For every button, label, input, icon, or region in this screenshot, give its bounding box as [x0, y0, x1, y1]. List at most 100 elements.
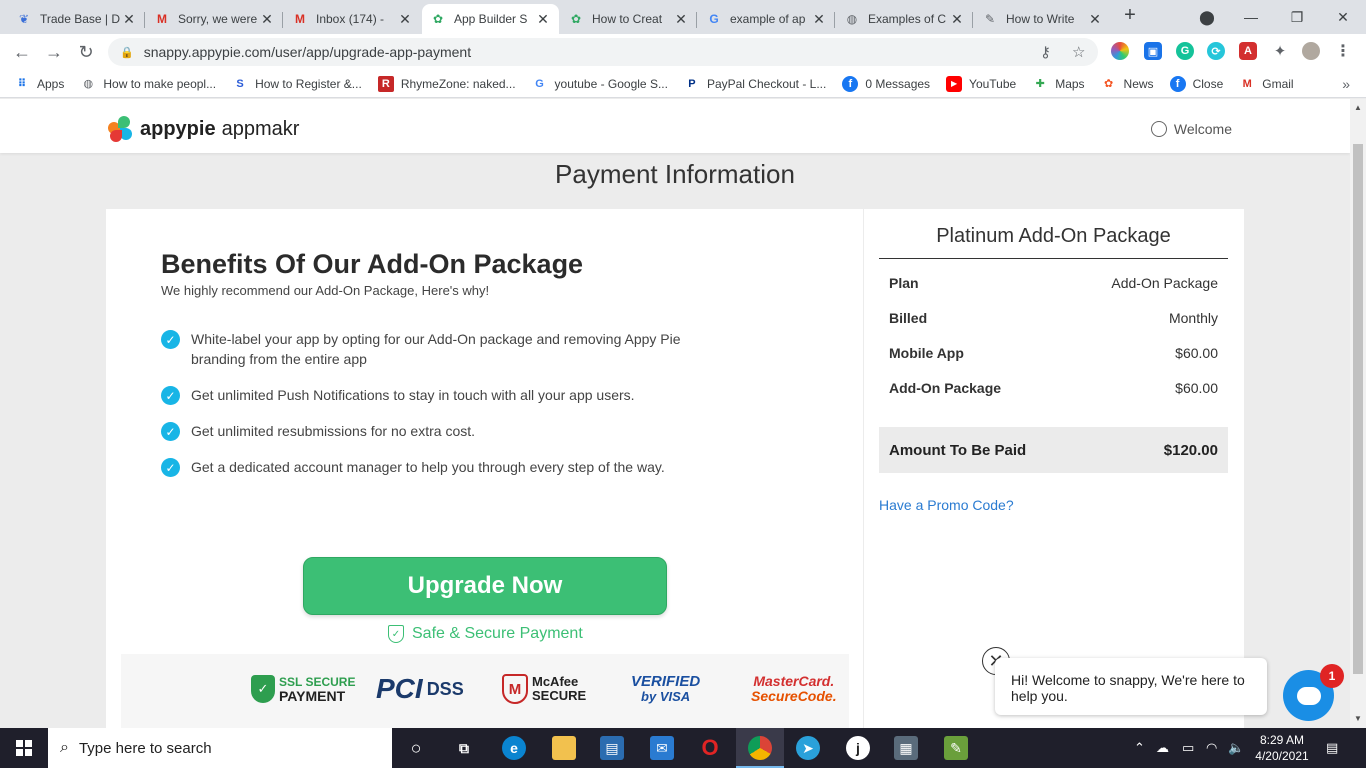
news-icon: ✿: [1103, 78, 1114, 90]
promo-code-link[interactable]: Have a Promo Code?: [879, 497, 1014, 513]
security-badges: ✓ SSL SECURE PAYMENT PCI DSS M McAfee SE…: [121, 654, 849, 728]
taskbar-clock[interactable]: 8:29 AM 4/20/2021: [1252, 732, 1312, 764]
bookmark-item[interactable]: ▶ YouTube: [946, 75, 1016, 92]
bookmarks-overflow-icon[interactable]: »: [1342, 76, 1350, 92]
page-scrollbar[interactable]: ▲ ▼: [1350, 99, 1366, 728]
wifi-icon[interactable]: ◠: [1206, 740, 1217, 756]
start-button[interactable]: [0, 728, 48, 768]
bookmark-item[interactable]: f0 Messages: [842, 75, 930, 92]
tab-gmail-sorry[interactable]: M Sorry, we were ✕: [146, 4, 283, 34]
tray-chevron-icon[interactable]: ⌃: [1134, 740, 1145, 756]
new-tab-button[interactable]: +: [1118, 4, 1142, 30]
checkmark-icon: ✓: [161, 386, 180, 405]
ssl-secure-badge: ✓ SSL SECURE PAYMENT: [251, 669, 355, 709]
menu-icon[interactable]: ⋮: [1334, 42, 1352, 60]
tab-google-search[interactable]: G example of ap ✕: [698, 4, 835, 34]
tab-gmail-inbox[interactable]: M Inbox (174) - ✕: [284, 4, 421, 34]
file-explorer-icon[interactable]: [552, 736, 576, 760]
tab-how-to-create[interactable]: ✿ How to Creat ✕: [560, 4, 697, 34]
close-icon[interactable]: ✕: [397, 11, 413, 28]
notepad-icon[interactable]: ✎: [944, 736, 968, 760]
summary-row-billed: Billed Monthly: [889, 310, 1218, 326]
list-item: ✓ Get unlimited Push Notifications to sta…: [161, 385, 761, 405]
summary-row-addon: Add-On Package $60.00: [889, 380, 1218, 396]
bookmark-item[interactable]: ✿ News: [1101, 76, 1154, 92]
opera-icon[interactable]: O: [698, 735, 722, 760]
shield-check-icon: ✓: [388, 625, 404, 643]
secure-payment-note: ✓ Safe & Secure Payment: [388, 625, 583, 643]
welcome-menu[interactable]: Welcome: [1150, 121, 1232, 137]
mcafee-secure-badge: M McAfee SECURE: [502, 669, 586, 709]
task-view-icon[interactable]: ⧉: [452, 736, 476, 760]
reload-icon[interactable]: ↻: [72, 38, 100, 66]
color-extension-icon[interactable]: [1111, 42, 1129, 60]
minimize-icon[interactable]: —: [1228, 0, 1274, 34]
tab-trade-base[interactable]: ❦ Trade Base | D ✕: [8, 4, 145, 34]
taskbar-search-input[interactable]: ⌕ Type here to search: [48, 728, 392, 768]
store-icon[interactable]: ▤: [600, 736, 624, 760]
verified-by-visa-badge: VERIFIED by VISA: [631, 673, 701, 704]
close-icon[interactable]: ✕: [535, 11, 551, 28]
bookmark-item[interactable]: f Close: [1169, 75, 1223, 92]
list-item: ✓ Get a dedicated account manager to help…: [161, 457, 761, 477]
tab-search-icon[interactable]: ⬤: [1184, 0, 1230, 34]
profile-avatar[interactable]: [1302, 42, 1320, 60]
app-j-icon[interactable]: j: [846, 736, 870, 760]
extensions-icon[interactable]: ✦: [1271, 42, 1289, 60]
chat-greeting[interactable]: Hi! Welcome to snappy, We're here to hel…: [995, 658, 1267, 715]
tab-app-builder[interactable]: ✿ App Builder S ✕: [422, 4, 559, 34]
restore-icon[interactable]: ❐: [1274, 0, 1320, 34]
appypie-logo[interactable]: appypie appmakr: [108, 116, 299, 142]
onedrive-icon[interactable]: ☁: [1156, 740, 1169, 756]
mail-icon[interactable]: ✉: [650, 736, 674, 760]
forward-icon[interactable]: →: [40, 38, 68, 66]
url-text: snappy.appypie.com/user/app/upgrade-app-…: [143, 44, 472, 60]
bookmark-item[interactable]: M Gmail: [1239, 76, 1294, 92]
close-icon[interactable]: ✕: [121, 11, 137, 28]
notifications-icon[interactable]: ▤: [1326, 740, 1338, 756]
lock-icon: 🔒: [120, 46, 134, 59]
sync-extension-icon[interactable]: ⟳: [1207, 42, 1225, 60]
bookmark-item[interactable]: R RhymeZone: naked...: [377, 75, 516, 92]
edge-icon[interactable]: e: [502, 736, 526, 760]
list-item: ✓ White-label your app by opting for our …: [161, 329, 721, 369]
close-icon[interactable]: ✕: [949, 11, 965, 28]
globe-icon: ◍: [846, 12, 858, 26]
close-icon[interactable]: ✕: [811, 11, 827, 28]
bookmark-item[interactable]: ◍ How to make peopl...: [80, 76, 217, 92]
tab-how-to-write[interactable]: ✎ How to Write ✕: [974, 4, 1111, 34]
benefits-title: Benefits Of Our Add-On Package: [161, 249, 584, 279]
browser-tab-strip: ❦ Trade Base | D ✕ M Sorry, we were ✕ M …: [0, 0, 1366, 34]
scrollbar-thumb[interactable]: [1353, 144, 1363, 674]
close-window-icon[interactable]: ✕: [1320, 0, 1366, 34]
cortana-icon[interactable]: ○: [404, 736, 428, 760]
telegram-icon[interactable]: ➤: [796, 736, 820, 760]
close-icon[interactable]: ✕: [673, 11, 689, 28]
close-icon[interactable]: ✕: [259, 11, 275, 28]
bookmark-item[interactable]: ✚ Maps: [1032, 76, 1085, 92]
chrome-icon[interactable]: [748, 736, 772, 760]
tab-title: Sorry, we were: [178, 12, 258, 26]
back-icon[interactable]: ←: [8, 38, 36, 66]
upgrade-now-button[interactable]: Upgrade Now: [303, 557, 667, 615]
close-icon[interactable]: ✕: [1087, 11, 1103, 28]
key-icon[interactable]: ⚷: [1040, 43, 1051, 61]
bookmarks-bar: ⠿ Apps ◍ How to make peopl... S How to Regi…: [0, 70, 1366, 98]
screen-extension-icon[interactable]: ▣: [1144, 42, 1162, 60]
total-amount-row: Amount To Be Paid $120.00: [879, 427, 1228, 473]
grammarly-icon[interactable]: G: [1176, 42, 1194, 60]
bookmark-item[interactable]: Gyoutube - Google S...: [532, 76, 668, 92]
facebook-icon: f: [842, 75, 859, 92]
bookmark-apps[interactable]: ⠿ Apps: [14, 76, 65, 92]
address-bar[interactable]: 🔒 snappy.appypie.com/user/app/upgrade-ap…: [108, 38, 1098, 66]
bookmark-item[interactable]: P PayPal Checkout - L...: [684, 76, 826, 92]
calculator-icon[interactable]: ▦: [894, 736, 918, 760]
volume-icon[interactable]: 🔈: [1228, 740, 1244, 756]
battery-icon[interactable]: ▭: [1182, 740, 1194, 756]
bookmark-star-icon[interactable]: ☆: [1072, 43, 1085, 61]
scroll-down-icon[interactable]: ▼: [1354, 714, 1362, 723]
tab-examples[interactable]: ◍ Examples of C ✕: [836, 4, 973, 34]
pdf-extension-icon[interactable]: A: [1239, 42, 1257, 60]
scroll-up-icon[interactable]: ▲: [1354, 103, 1362, 112]
bookmark-item[interactable]: S How to Register &...: [232, 76, 361, 92]
